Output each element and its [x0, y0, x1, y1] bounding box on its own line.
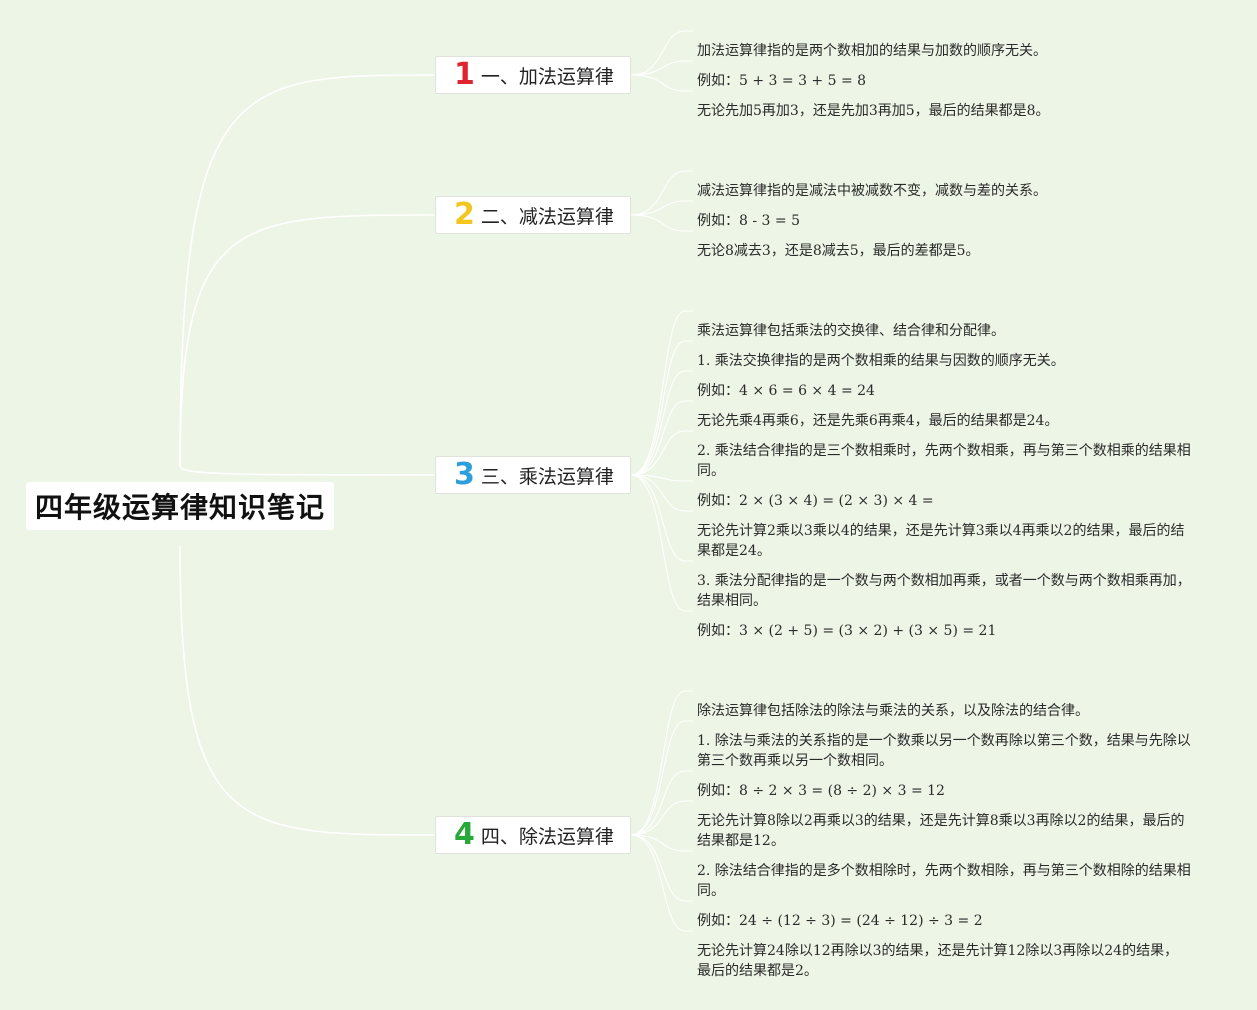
connector-line [630, 214, 693, 232]
leaf-text[interactable]: 3. 乘法分配律指的是一个数与两个数相加再乘，或者一个数与两个数相乘再加，结果相… [697, 571, 1191, 611]
connector-line [630, 310, 693, 476]
leaf-text[interactable]: 例如：3 × (2 + 5) = (3 × 2) + (3 × 5) = 21 [697, 621, 1191, 641]
leaf-text[interactable]: 无论先计算8除以2再乘以3的结果，还是先计算8乘以3再除以2的结果，最后的结果都… [697, 811, 1191, 851]
connector-line [630, 834, 693, 932]
leaf-text[interactable]: 1. 除法与乘法的关系指的是一个数乘以另一个数再除以第三个数，结果与先除以第三个… [697, 731, 1191, 771]
connector-line [179, 74, 436, 467]
branch-division[interactable]: 4 四、除法运算律 [435, 816, 631, 854]
branch-label: 三、乘法运算律 [480, 465, 614, 488]
connector-line [630, 370, 693, 476]
leaf-text[interactable]: 2. 乘法结合律指的是三个数相乘时，先两个数相乘，再与第三个数相乘的结果相同。 [697, 441, 1191, 481]
connector-line [630, 800, 693, 836]
branch-subtraction[interactable]: 2 二、减法运算律 [435, 196, 631, 234]
branch-number-2: 2 [454, 197, 475, 232]
leaf-text[interactable]: 减法运算律指的是减法中被减数不变，减数与差的关系。 [697, 181, 1191, 201]
connector-line [630, 474, 693, 512]
connector-line [630, 834, 693, 902]
leaf-text[interactable]: 例如：24 ÷ (12 ÷ 3) = (24 ÷ 12) ÷ 3 = 2 [697, 911, 1191, 931]
root-title: 四年级运算律知识笔记 [34, 491, 325, 524]
connector-line [630, 474, 693, 612]
leaf-text[interactable]: 例如：8 ÷ 2 × 3 = (8 ÷ 2) × 3 = 12 [697, 781, 1191, 801]
connector-line [179, 545, 436, 836]
leaf-text[interactable]: 例如：2 × (3 × 4) = (2 × 3) × 4 = [697, 491, 1191, 511]
leaf-text[interactable]: 无论8减去3，还是8减去5，最后的差都是5。 [697, 241, 1191, 261]
connector-line [179, 214, 436, 467]
branch-number-3: 3 [454, 457, 475, 492]
branch-label: 四、除法运算律 [480, 825, 614, 848]
branch-label: 二、减法运算律 [480, 205, 614, 228]
connector-line [630, 474, 693, 562]
leaf-text[interactable]: 加法运算律指的是两个数相加的结果与加数的顺序无关。 [697, 41, 1191, 61]
leaf-text[interactable]: 无论先乘4再乘6，还是先乘6再乘4，最后的结果都是24。 [697, 411, 1191, 431]
connector-line [630, 770, 693, 836]
leaf-text[interactable]: 无论先计算2乘以3乘以4的结果，还是先计算3乘以4再乘以2的结果，最后的结果都是… [697, 521, 1191, 561]
connector-line [630, 74, 693, 92]
branch-number-4: 4 [454, 817, 475, 852]
branch-number-1: 1 [454, 57, 475, 92]
leaf-text[interactable]: 例如：4 × 6 = 6 × 4 = 24 [697, 381, 1191, 401]
leaf-text[interactable]: 除法运算律包括除法的除法与乘法的关系，以及除法的结合律。 [697, 701, 1191, 721]
connector-line [630, 690, 693, 836]
branch-addition[interactable]: 1 一、加法运算律 [435, 56, 631, 94]
leaf-text[interactable]: 1. 乘法交换律指的是两个数相乘的结果与因数的顺序无关。 [697, 351, 1191, 371]
connector-line [630, 200, 693, 216]
connector-line [179, 465, 436, 476]
branch-multiplication[interactable]: 3 三、乘法运算律 [435, 456, 631, 494]
root-node[interactable]: 四年级运算律知识笔记 [26, 482, 334, 530]
leaf-text[interactable]: 乘法运算律包括乘法的交换律、结合律和分配律。 [697, 321, 1191, 341]
connector-line [630, 60, 693, 76]
leaf-text[interactable]: 2. 除法结合律指的是多个数相除时，先两个数相除，再与第三个数相除的结果相同。 [697, 861, 1191, 901]
leaf-text[interactable]: 例如：8 - 3 = 5 [697, 211, 1191, 231]
branch-label: 一、加法运算律 [480, 65, 614, 88]
connector-line [630, 340, 693, 476]
leaf-text[interactable]: 例如：5 + 3 = 3 + 5 = 8 [697, 71, 1191, 91]
connector-line [630, 400, 693, 476]
leaf-text[interactable]: 无论先加5再加3，还是先加3再加5，最后的结果都是8。 [697, 101, 1191, 121]
leaf-text[interactable]: 无论先计算24除以12再除以3的结果，还是先计算12除以3再除以24的结果，最后… [697, 941, 1191, 981]
